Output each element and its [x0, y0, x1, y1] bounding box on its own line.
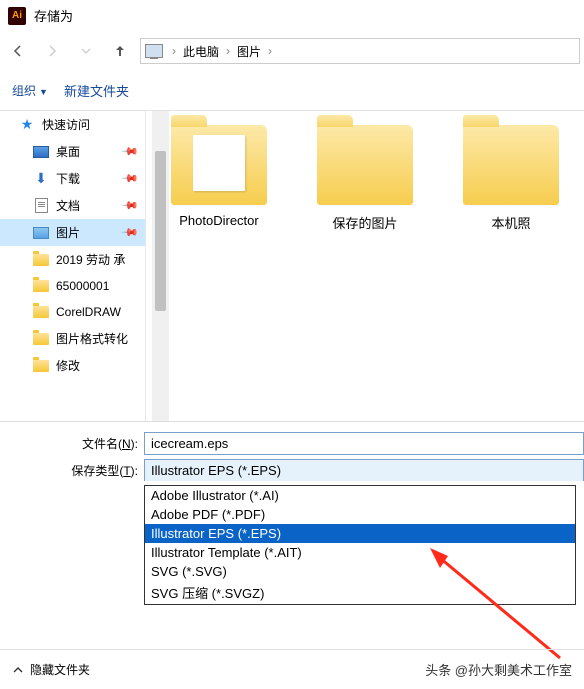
crumb-this-pc[interactable]: 此电脑 [179, 43, 223, 60]
organize-menu[interactable]: 组织▼ [12, 82, 48, 99]
footer: 隐藏文件夹 头条 @孙大剩美术工作室 [0, 649, 584, 689]
download-icon: ⬇ [32, 171, 50, 187]
sidebar-item-desktop[interactable]: 桌面 📌 [0, 138, 145, 165]
sidebar[interactable]: ★ 快速访问 桌面 📌 ⬇ 下载 📌 文档 📌 图片 📌 2019 劳动 承 [0, 111, 146, 421]
sidebar-item-folder[interactable]: CorelDRAW [0, 299, 145, 325]
folder-label: 保存的图片 [300, 213, 430, 232]
folder-icon [32, 252, 50, 268]
sidebar-item-label: 快速访问 [42, 116, 90, 133]
sidebar-item-folder[interactable]: 65000001 [0, 273, 145, 299]
folder-icon [32, 358, 50, 374]
folder-icon [32, 304, 50, 320]
sidebar-item-label: 图片 [56, 224, 80, 241]
recent-dropdown-icon[interactable] [72, 37, 100, 65]
filetype-option[interactable]: SVG 压缩 (*.SVGZ) [145, 581, 575, 604]
filename-label: 文件名(N): [58, 435, 144, 452]
back-button[interactable] [4, 37, 32, 65]
save-form: 文件名(N): 保存类型(T): Illustrator EPS (*.EPS) [0, 422, 584, 481]
folder-item[interactable]: 本机照 [446, 125, 576, 407]
filetype-option[interactable]: Adobe Illustrator (*.AI) [145, 486, 575, 505]
folder-item[interactable]: 保存的图片 [300, 125, 430, 407]
folder-icon [463, 125, 559, 205]
chevron-right-icon: › [169, 44, 179, 58]
sidebar-item-label: 桌面 [56, 143, 80, 160]
sidebar-item-folder[interactable]: 2019 劳动 承 [0, 246, 145, 273]
folder-item[interactable]: PhotoDirector [154, 125, 284, 407]
caret-down-icon: ▼ [39, 87, 48, 97]
sidebar-item-folder[interactable]: 修改 [0, 352, 145, 379]
sidebar-item-label: 2019 劳动 承 [56, 251, 125, 268]
pin-icon: 📌 [121, 142, 140, 161]
ai-app-icon: Ai [8, 7, 26, 25]
chevron-up-icon [12, 664, 24, 676]
window-title: 存储为 [34, 6, 73, 25]
filetype-option[interactable]: Illustrator Template (*.AIT) [145, 543, 575, 562]
filename-input[interactable] [144, 432, 584, 455]
sidebar-item-folder[interactable]: 图片格式转化 [0, 325, 145, 352]
sidebar-item-documents[interactable]: 文档 📌 [0, 192, 145, 219]
sidebar-item-label: 图片格式转化 [56, 330, 128, 347]
hide-folders-toggle[interactable]: 隐藏文件夹 [12, 661, 90, 678]
sidebar-item-pictures[interactable]: 图片 📌 [0, 219, 145, 246]
folder-icon [317, 125, 413, 205]
hide-folders-label: 隐藏文件夹 [30, 661, 90, 678]
sidebar-item-label: 文档 [56, 197, 80, 214]
this-pc-icon [145, 44, 163, 58]
organize-label: 组织 [12, 84, 36, 98]
star-icon: ★ [18, 117, 36, 133]
new-folder-button[interactable]: 新建文件夹 [64, 81, 129, 100]
toolbar: 组织▼ 新建文件夹 [0, 71, 584, 110]
pin-icon: 📌 [121, 196, 140, 215]
folder-label: PhotoDirector [154, 213, 284, 228]
folder-icon [32, 331, 50, 347]
folder-label: 本机照 [446, 213, 576, 232]
sidebar-scrollbar[interactable] [152, 111, 169, 421]
filetype-option[interactable]: Adobe PDF (*.PDF) [145, 505, 575, 524]
sidebar-item-quick-access[interactable]: ★ 快速访问 [0, 111, 145, 138]
breadcrumb-bar[interactable]: › 此电脑 › 图片 › [140, 38, 580, 64]
up-button[interactable] [106, 37, 134, 65]
filetype-dropdown[interactable]: Adobe Illustrator (*.AI) Adobe PDF (*.PD… [144, 485, 576, 605]
chevron-right-icon: › [223, 44, 233, 58]
filetype-option[interactable]: SVG (*.SVG) [145, 562, 575, 581]
folder-icon [32, 278, 50, 294]
desktop-icon [32, 144, 50, 160]
crumb-pictures[interactable]: 图片 [233, 43, 265, 60]
content-area: ★ 快速访问 桌面 📌 ⬇ 下载 📌 文档 📌 图片 📌 2019 劳动 承 [0, 111, 584, 421]
folder-icon [171, 125, 267, 205]
pictures-icon [32, 225, 50, 241]
filetype-label: 保存类型(T): [58, 462, 144, 479]
sidebar-item-downloads[interactable]: ⬇ 下载 📌 [0, 165, 145, 192]
chevron-right-icon: › [265, 44, 275, 58]
pin-icon: 📌 [121, 223, 140, 242]
title-bar: Ai 存储为 [0, 0, 584, 31]
watermark-text: 头条 @孙大剩美术工作室 [425, 660, 572, 679]
nav-bar: › 此电脑 › 图片 › [0, 31, 584, 71]
sidebar-item-label: 修改 [56, 357, 80, 374]
filetype-option[interactable]: Illustrator EPS (*.EPS) [145, 524, 575, 543]
folder-view[interactable]: PhotoDirector 保存的图片 本机照 [146, 111, 584, 421]
document-icon [32, 198, 50, 214]
sidebar-item-label: CorelDRAW [56, 305, 121, 319]
forward-button[interactable] [38, 37, 66, 65]
pin-icon: 📌 [121, 169, 140, 188]
sidebar-item-label: 下载 [56, 170, 80, 187]
filetype-combobox[interactable]: Illustrator EPS (*.EPS) [144, 459, 584, 481]
sidebar-item-label: 65000001 [56, 279, 109, 293]
